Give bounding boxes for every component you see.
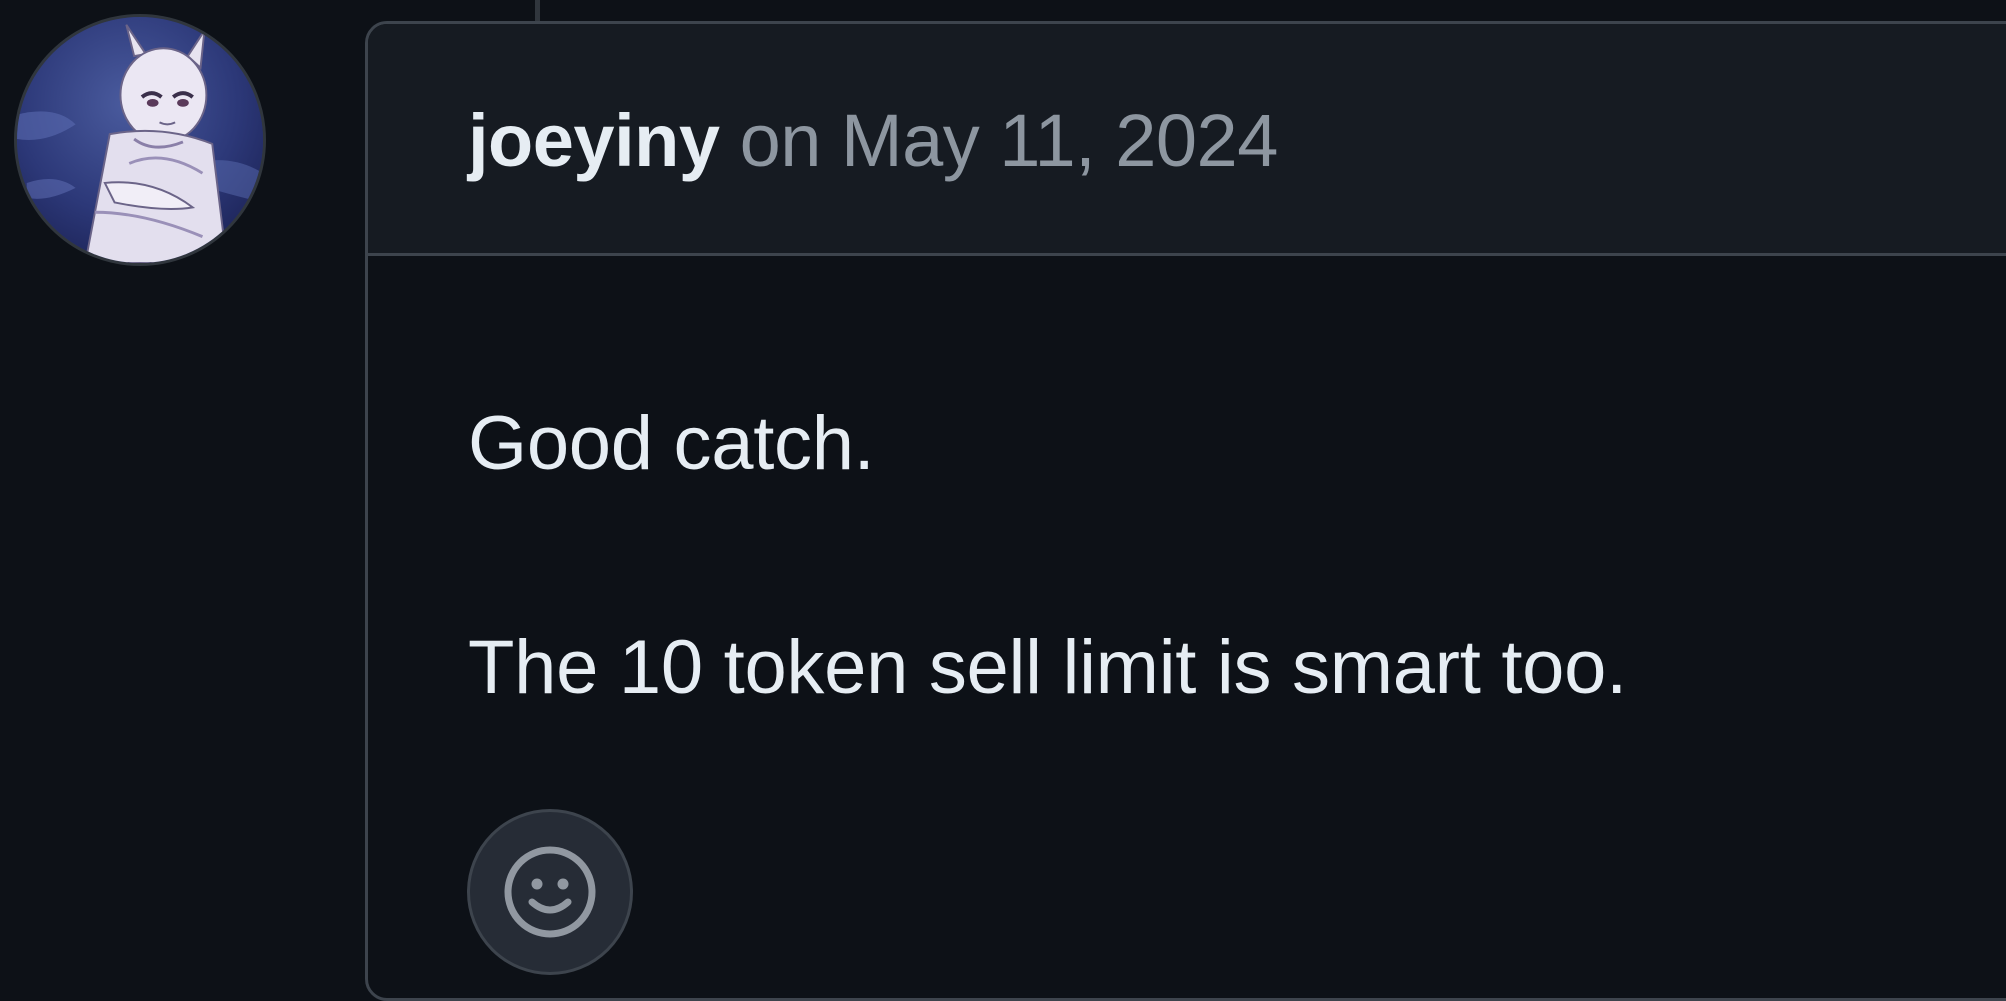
smiley-icon <box>504 846 596 938</box>
comment-body-line: The 10 token sell limit is smart too. <box>468 625 1627 710</box>
avatar-image <box>17 17 263 263</box>
comment-card: joeyiny on May 11, 2024 Good catch. The … <box>365 21 2006 1001</box>
comment-header: joeyiny on May 11, 2024 <box>368 24 2006 256</box>
comment-header-text: joeyiny on May 11, 2024 <box>468 104 1278 178</box>
comment-body-line: Good catch. <box>468 401 875 486</box>
on-label: on <box>739 99 822 182</box>
author-link[interactable]: joeyiny <box>468 99 720 182</box>
avatar[interactable] <box>14 14 266 266</box>
add-reaction-button[interactable] <box>467 809 633 975</box>
comment-timestamp[interactable]: May 11, 2024 <box>841 99 1278 182</box>
